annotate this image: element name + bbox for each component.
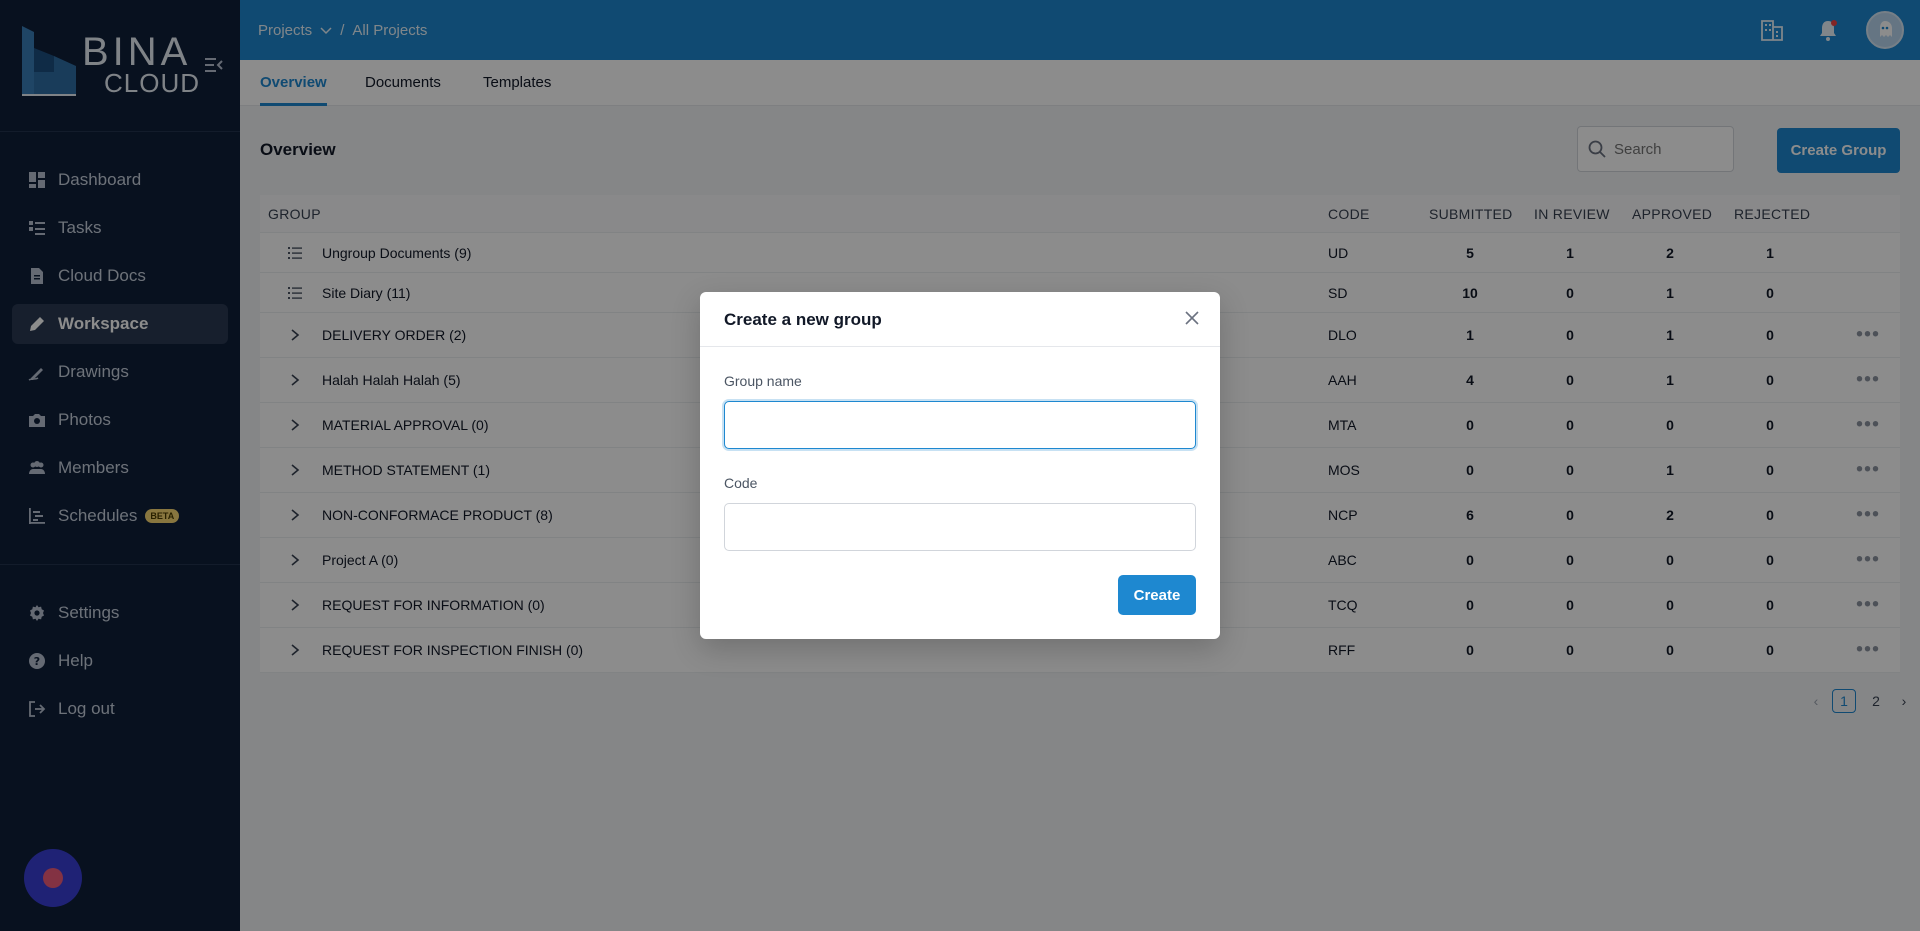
create-button[interactable]: Create bbox=[1118, 575, 1196, 615]
code-label: Code bbox=[724, 475, 758, 491]
group-name-label: Group name bbox=[724, 373, 802, 389]
close-icon[interactable] bbox=[1184, 310, 1200, 326]
dialog-header: Create a new group bbox=[700, 292, 1220, 347]
code-input[interactable] bbox=[724, 503, 1196, 551]
group-name-input[interactable] bbox=[724, 401, 1196, 449]
create-group-dialog: Create a new group Group name Code Creat… bbox=[700, 292, 1220, 639]
dialog-title: Create a new group bbox=[724, 310, 882, 329]
